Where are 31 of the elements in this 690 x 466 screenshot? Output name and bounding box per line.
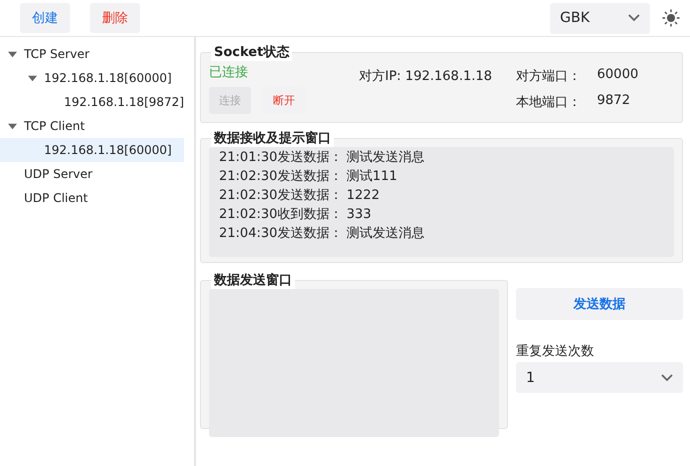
peer-ip-label: 对方IP: 192.168.1.18: [359, 68, 494, 86]
group-title: Socket状态: [211, 43, 292, 61]
chevron-icon: [628, 14, 640, 22]
tree-item[interactable]: TCP Client: [0, 114, 184, 138]
log-line: 21:02:30收到数据： 333: [219, 206, 372, 224]
field-value: 9872: [597, 93, 632, 110]
tree-item[interactable]: 192.168.1.18[60000]: [0, 138, 184, 162]
field-value: 60000: [597, 67, 638, 84]
theme-toggle-icon[interactable]: [662, 9, 680, 27]
tree-item[interactable]: TCP Server: [0, 42, 184, 66]
log-line: 21:01:30发送数据： 测试发送消息: [219, 149, 426, 167]
tree-item[interactable]: UDP Client: [0, 186, 184, 210]
tree-item[interactable]: 192.168.1.18[60000]: [0, 66, 184, 90]
group-title: 数据接收及提示窗口: [211, 129, 334, 147]
log-line: 21:02:30发送数据： 测试111: [219, 168, 398, 186]
repeat-count-dropdown[interactable]: 1: [516, 362, 683, 393]
connection-status: 已连接: [209, 64, 249, 81]
field-label: 对方端口：: [516, 68, 581, 85]
create-button[interactable]: 创建: [20, 3, 70, 33]
tree-item[interactable]: UDP Server: [0, 162, 184, 186]
log-line: 21:04:30发送数据： 测试发送消息: [219, 225, 426, 243]
delete-button[interactable]: 删除: [90, 3, 140, 33]
chevron-icon: [661, 374, 673, 382]
send-input-field[interactable]: [209, 289, 499, 437]
encoding-dropdown[interactable]: GBK: [550, 2, 650, 34]
tree-item[interactable]: 192.168.1.18[9872]: [0, 90, 184, 114]
log-line: 21:02:30发送数据： 1222: [219, 187, 381, 205]
repeat-count-label: 重复发送次数: [516, 343, 595, 360]
send-button[interactable]: 发送数据: [516, 288, 683, 320]
field-label: 本地端口：: [516, 94, 581, 111]
group-title: 数据发送窗口: [211, 271, 295, 289]
